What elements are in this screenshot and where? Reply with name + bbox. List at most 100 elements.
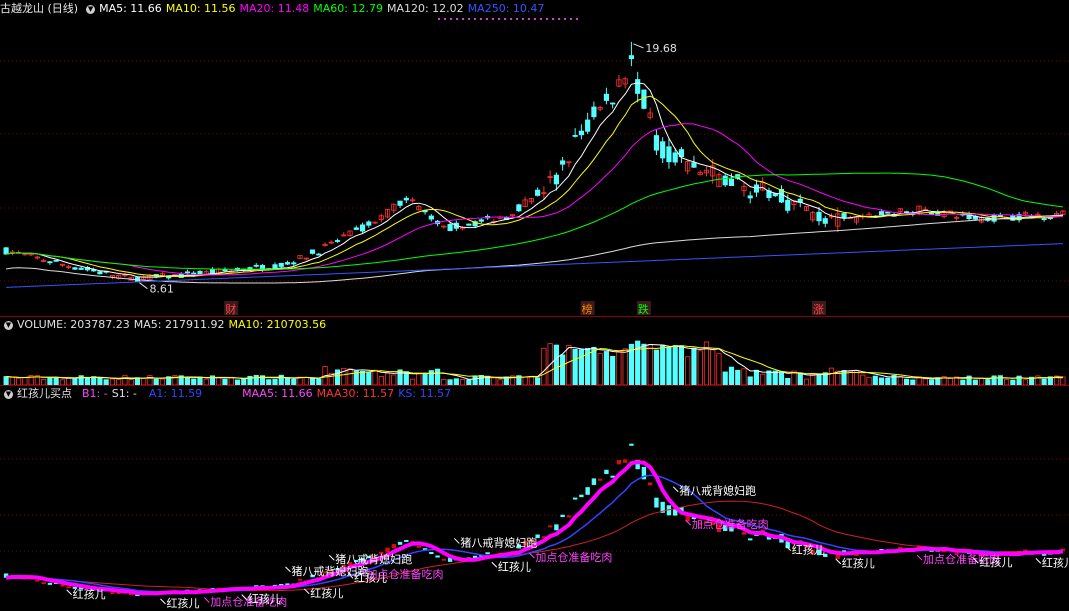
signal-dot bbox=[546, 18, 548, 20]
volume-bar-up bbox=[616, 350, 622, 385]
volume-bar-up bbox=[622, 348, 628, 385]
volume-bar-down bbox=[722, 371, 728, 385]
indicator-bar-up bbox=[416, 545, 422, 548]
signal-dot bbox=[444, 18, 446, 20]
volume-bar-up bbox=[141, 377, 147, 385]
signal-dot bbox=[510, 18, 512, 20]
candle-down bbox=[447, 223, 453, 232]
ma10-line bbox=[6, 95, 1063, 278]
ma-legend-item: MA120: 12.02 bbox=[386, 2, 464, 15]
volume-bar-down bbox=[991, 375, 997, 385]
volume-bar-down bbox=[366, 371, 372, 385]
signal-dot bbox=[534, 18, 536, 20]
indicator-bar-down bbox=[748, 538, 753, 541]
volume-bar-down bbox=[660, 344, 666, 385]
candle-down bbox=[728, 178, 735, 187]
indicator-bar-up bbox=[66, 586, 71, 589]
volume-bar-up bbox=[860, 374, 866, 385]
candle-down bbox=[772, 193, 778, 197]
indicator-bar-up bbox=[647, 482, 653, 486]
volume-bar-down bbox=[184, 377, 191, 385]
collapse-icon[interactable]: ▼ bbox=[4, 320, 13, 330]
volume-bar-up bbox=[897, 376, 903, 385]
volume-bar-down bbox=[359, 370, 366, 385]
volume-bar-up bbox=[716, 353, 722, 385]
signal-dot bbox=[456, 18, 458, 20]
candle-down bbox=[403, 197, 409, 201]
ma60-line bbox=[6, 172, 1063, 270]
price-legend: 古越龙山 (日线) ▼ MA5: 11.66 MA10: 11.56 MA20: 11.… bbox=[0, 2, 552, 16]
indicator-bar-up bbox=[385, 547, 390, 553]
signal-dot bbox=[576, 18, 578, 20]
volume-bar-down bbox=[641, 343, 647, 385]
volume-chart[interactable] bbox=[0, 332, 1069, 385]
signal-dot bbox=[462, 18, 464, 20]
volume-bar-up bbox=[597, 353, 603, 385]
collapse-icon[interactable]: ▼ bbox=[86, 4, 96, 14]
volume-bar-up bbox=[760, 373, 766, 385]
indicator-name: 红孩儿买点 bbox=[17, 387, 72, 400]
volume-bar-up bbox=[372, 369, 378, 385]
candle-down bbox=[466, 223, 472, 226]
volume-bar-down bbox=[666, 346, 672, 385]
signal-arrow bbox=[491, 561, 498, 568]
signal-label: 红孩儿 bbox=[73, 588, 106, 601]
indicator-bar-down bbox=[629, 443, 634, 446]
indicator-bar-down bbox=[397, 541, 403, 545]
signal-dot bbox=[528, 18, 530, 20]
collapse-icon[interactable]: ▼ bbox=[4, 389, 13, 399]
volume-bar-down bbox=[672, 345, 678, 385]
volume-bar-up bbox=[491, 377, 497, 385]
volume-bar-down bbox=[197, 376, 203, 385]
indicator-maa5: MAA5: 11.66 bbox=[242, 387, 313, 400]
ma-legend-item: MA10: 11.56 bbox=[165, 2, 236, 15]
candle-down bbox=[3, 247, 9, 255]
candle-down bbox=[672, 152, 678, 163]
indicator-bar-down bbox=[554, 524, 559, 531]
price-chart[interactable]: 19.68 8.61 财 榜 跌 涨 bbox=[0, 16, 1069, 317]
candle-down bbox=[591, 106, 597, 118]
signal-arrow bbox=[529, 552, 535, 559]
volume-bar-down bbox=[610, 355, 616, 385]
signal-arrow bbox=[328, 554, 335, 561]
volume-bar-down bbox=[478, 374, 484, 385]
candle-down bbox=[691, 162, 697, 168]
volume-bar-down bbox=[472, 376, 478, 385]
event-tag: 涨 bbox=[813, 303, 824, 316]
volume-bar-up bbox=[16, 377, 22, 385]
indicator-bar-up bbox=[622, 459, 628, 463]
volume-bar-up bbox=[978, 377, 985, 385]
volume-bar-down bbox=[747, 376, 753, 385]
ma-legend-item: MA60: 12.79 bbox=[313, 2, 383, 15]
indicator-bar-up bbox=[566, 515, 572, 518]
volume-bar-down bbox=[560, 354, 566, 385]
candle-down bbox=[516, 204, 522, 212]
signal-label: 红孩儿 bbox=[248, 593, 281, 606]
indicator-b1: B1: - bbox=[82, 387, 108, 400]
volume-bar-down bbox=[3, 376, 9, 385]
candle-down bbox=[578, 130, 584, 136]
signal-dot bbox=[540, 18, 542, 20]
signal-label: 红孩儿 bbox=[310, 587, 343, 600]
indicator-bar-down bbox=[429, 551, 434, 555]
volume-bar-down bbox=[578, 349, 584, 385]
volume-bar-up bbox=[528, 376, 534, 385]
candle-down bbox=[284, 262, 291, 265]
volume-bar-up bbox=[541, 347, 547, 385]
ma20-line bbox=[6, 123, 1063, 276]
event-tag: 财 bbox=[225, 302, 236, 316]
candle-down bbox=[478, 219, 484, 222]
indicator-bar-up bbox=[297, 578, 303, 581]
stock-title: 古越龙山 (日线) bbox=[0, 2, 79, 15]
candle-down bbox=[222, 269, 228, 272]
indicator-chart[interactable]: 红孩儿红孩儿 加点仓准备吃肉红孩儿猪八戒背媳妇跑红孩儿猪八戒背媳妇跑红孩儿加点仓准… bbox=[0, 401, 1069, 611]
candle-down bbox=[560, 160, 566, 165]
indicator-bar-down bbox=[585, 487, 590, 495]
volume-bar-down bbox=[47, 376, 53, 385]
indicator-bar-up bbox=[35, 579, 40, 582]
signal-dot bbox=[522, 18, 524, 20]
volume-bar-up bbox=[391, 374, 397, 385]
signal-arrow bbox=[160, 598, 166, 605]
candle-down bbox=[816, 211, 822, 222]
candle-down bbox=[635, 79, 641, 94]
